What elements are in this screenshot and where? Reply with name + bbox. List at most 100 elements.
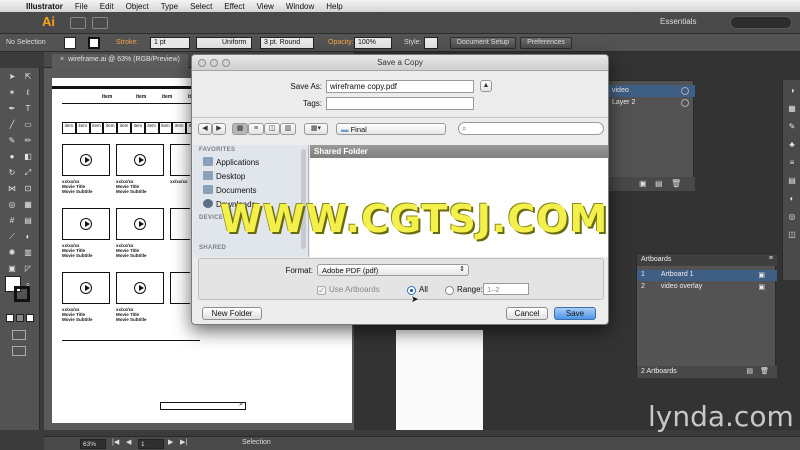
arrange-documents-icon[interactable] bbox=[92, 17, 108, 29]
blob-brush-tool-icon[interactable]: ● bbox=[6, 152, 18, 162]
pen-tool-icon[interactable]: ✒ bbox=[6, 104, 18, 114]
artboard-2[interactable] bbox=[396, 330, 483, 430]
variable-width-profile[interactable]: Uniform bbox=[196, 37, 252, 49]
pencil-tool-icon[interactable]: ✏ bbox=[22, 136, 34, 146]
scale-tool-icon[interactable]: ⤢ bbox=[22, 168, 34, 178]
perspective-grid-tool-icon[interactable]: ▦ bbox=[22, 200, 34, 210]
column-view-button[interactable]: ◫ bbox=[264, 123, 280, 135]
workspace-switcher[interactable]: Essentials bbox=[660, 17, 696, 26]
list-view-button[interactable]: ≡ bbox=[248, 123, 264, 135]
preferences-button[interactable]: Preferences bbox=[520, 37, 572, 49]
use-artboards-checkbox[interactable]: ✓ bbox=[317, 286, 326, 295]
gradient-tool-icon[interactable]: ▤ bbox=[22, 216, 34, 226]
range-radio[interactable] bbox=[445, 286, 454, 295]
direct-selection-tool-icon[interactable]: ⇱ bbox=[22, 72, 34, 82]
gradient-mode-icon[interactable] bbox=[16, 314, 24, 322]
tags-field[interactable] bbox=[326, 97, 474, 110]
current-tool-status[interactable]: Selection bbox=[242, 439, 271, 446]
new-folder-button[interactable]: New Folder bbox=[202, 307, 262, 320]
menu-app-name[interactable]: Illustrator bbox=[20, 2, 69, 11]
artboard-tool-icon[interactable]: ▣ bbox=[6, 264, 18, 274]
stroke-color-icon[interactable] bbox=[14, 286, 30, 302]
document-setup-button[interactable]: Document Setup bbox=[450, 37, 516, 49]
appearance-panel-icon[interactable]: ◎ bbox=[786, 212, 798, 222]
artboard-row-1[interactable]: 1 Artboard 1 ▣ bbox=[637, 270, 777, 281]
help-search-input[interactable] bbox=[730, 16, 792, 29]
save-button[interactable]: Save bbox=[554, 307, 596, 320]
stroke-label[interactable]: Stroke: bbox=[116, 39, 138, 46]
transparency-panel-icon[interactable]: ◐ bbox=[786, 194, 798, 204]
swatches-panel-icon[interactable]: ▦ bbox=[786, 104, 798, 114]
lasso-tool-icon[interactable]: ℓ bbox=[22, 88, 34, 98]
color-mode-icon[interactable] bbox=[6, 314, 14, 322]
new-sublayer-icon[interactable]: ▣ bbox=[639, 179, 647, 188]
stroke-weight-field[interactable]: 1 pt bbox=[150, 37, 190, 49]
previous-artboard-icon[interactable]: ◀ bbox=[126, 438, 131, 446]
sidebar-item-desktop[interactable]: Desktop bbox=[203, 171, 245, 181]
arrange-button[interactable]: ▦▾ bbox=[304, 123, 328, 135]
menu-window[interactable]: Window bbox=[280, 2, 320, 11]
graphic-style-swatch[interactable] bbox=[424, 37, 438, 49]
symbol-sprayer-tool-icon[interactable]: ✺ bbox=[6, 248, 18, 258]
sidebar-item-applications[interactable]: Applications bbox=[203, 157, 259, 167]
layer-row-layer-2[interactable]: Layer 2 bbox=[609, 97, 695, 109]
delete-layer-icon[interactable]: 🗑 bbox=[671, 179, 681, 188]
artboard-options-icon[interactable]: ▣ bbox=[758, 271, 765, 279]
opacity-label[interactable]: Opacity: bbox=[328, 39, 354, 46]
layer-row-video[interactable]: video bbox=[609, 85, 695, 97]
eraser-tool-icon[interactable]: ◧ bbox=[22, 152, 34, 162]
cancel-button[interactable]: Cancel bbox=[506, 307, 548, 320]
layers-panel-icon[interactable]: ◫ bbox=[786, 230, 798, 240]
layer-target-icon[interactable] bbox=[681, 87, 689, 95]
expand-dialog-button[interactable]: ▲ bbox=[480, 80, 492, 92]
shape-builder-tool-icon[interactable]: ◎ bbox=[6, 200, 18, 210]
stroke-panel-icon[interactable]: ≡ bbox=[786, 158, 798, 168]
color-panel-icon[interactable]: ◑ bbox=[786, 86, 798, 96]
menu-view[interactable]: View bbox=[251, 2, 280, 11]
document-tab[interactable]: × wireframe.ai @ 63% (RGB/Preview) bbox=[52, 54, 188, 68]
menu-edit[interactable]: Edit bbox=[94, 2, 120, 11]
menu-effect[interactable]: Effect bbox=[218, 2, 250, 11]
icon-view-button[interactable]: ▦ bbox=[232, 123, 248, 135]
graph-tool-icon[interactable]: ▥ bbox=[22, 248, 34, 258]
brushes-panel-icon[interactable]: ✎ bbox=[786, 122, 798, 132]
location-popup[interactable]: ▬ Final bbox=[336, 123, 446, 135]
cover-flow-button[interactable]: ▥ bbox=[280, 123, 296, 135]
menu-file[interactable]: File bbox=[69, 2, 94, 11]
rotate-tool-icon[interactable]: ↻ bbox=[6, 168, 18, 178]
menu-help[interactable]: Help bbox=[320, 2, 348, 11]
brush-definition[interactable]: 3 pt. Round bbox=[260, 37, 314, 49]
gradient-panel-icon[interactable]: ▤ bbox=[786, 176, 798, 186]
slice-tool-icon[interactable]: ◸ bbox=[22, 264, 34, 274]
eyedropper-tool-icon[interactable]: ⟋ bbox=[6, 232, 18, 242]
line-tool-icon[interactable]: ╱ bbox=[6, 120, 18, 130]
close-tab-icon[interactable]: × bbox=[60, 56, 64, 63]
new-artboard-icon[interactable]: ▤ bbox=[746, 367, 753, 375]
rectangle-tool-icon[interactable]: ▭ bbox=[22, 120, 34, 130]
opacity-field[interactable]: 100% bbox=[354, 37, 392, 49]
layer-target-icon[interactable] bbox=[681, 99, 689, 107]
artboard-options-icon[interactable]: ▣ bbox=[758, 283, 765, 291]
draw-mode-icon[interactable] bbox=[12, 330, 26, 340]
back-button[interactable]: ◀ bbox=[198, 123, 212, 135]
mesh-tool-icon[interactable]: # bbox=[6, 216, 18, 226]
selection-tool-icon[interactable]: ➤ bbox=[6, 72, 18, 82]
symbols-panel-icon[interactable]: ♣ bbox=[786, 140, 798, 150]
new-layer-icon[interactable]: ▤ bbox=[655, 179, 663, 188]
artboard-number-field[interactable]: 1 bbox=[138, 439, 164, 449]
range-field[interactable]: 1–2 bbox=[483, 283, 529, 295]
none-mode-icon[interactable] bbox=[26, 314, 34, 322]
menu-select[interactable]: Select bbox=[184, 2, 218, 11]
fill-swatch[interactable] bbox=[64, 37, 76, 49]
artboard-row-2[interactable]: 2 video overlay ▣ bbox=[637, 282, 777, 293]
menu-object[interactable]: Object bbox=[120, 2, 155, 11]
save-as-field[interactable]: wireframe copy.pdf bbox=[326, 80, 474, 93]
zoom-field[interactable]: 63% bbox=[80, 439, 106, 449]
width-tool-icon[interactable]: ⋈ bbox=[6, 184, 18, 194]
blend-tool-icon[interactable]: ◐ bbox=[22, 232, 34, 242]
free-transform-tool-icon[interactable]: ⊡ bbox=[22, 184, 34, 194]
paintbrush-tool-icon[interactable]: ✎ bbox=[6, 136, 18, 146]
type-tool-icon[interactable]: T bbox=[22, 104, 34, 114]
bridge-icon[interactable] bbox=[70, 17, 86, 29]
next-artboard-icon[interactable]: ▶ bbox=[168, 438, 173, 446]
